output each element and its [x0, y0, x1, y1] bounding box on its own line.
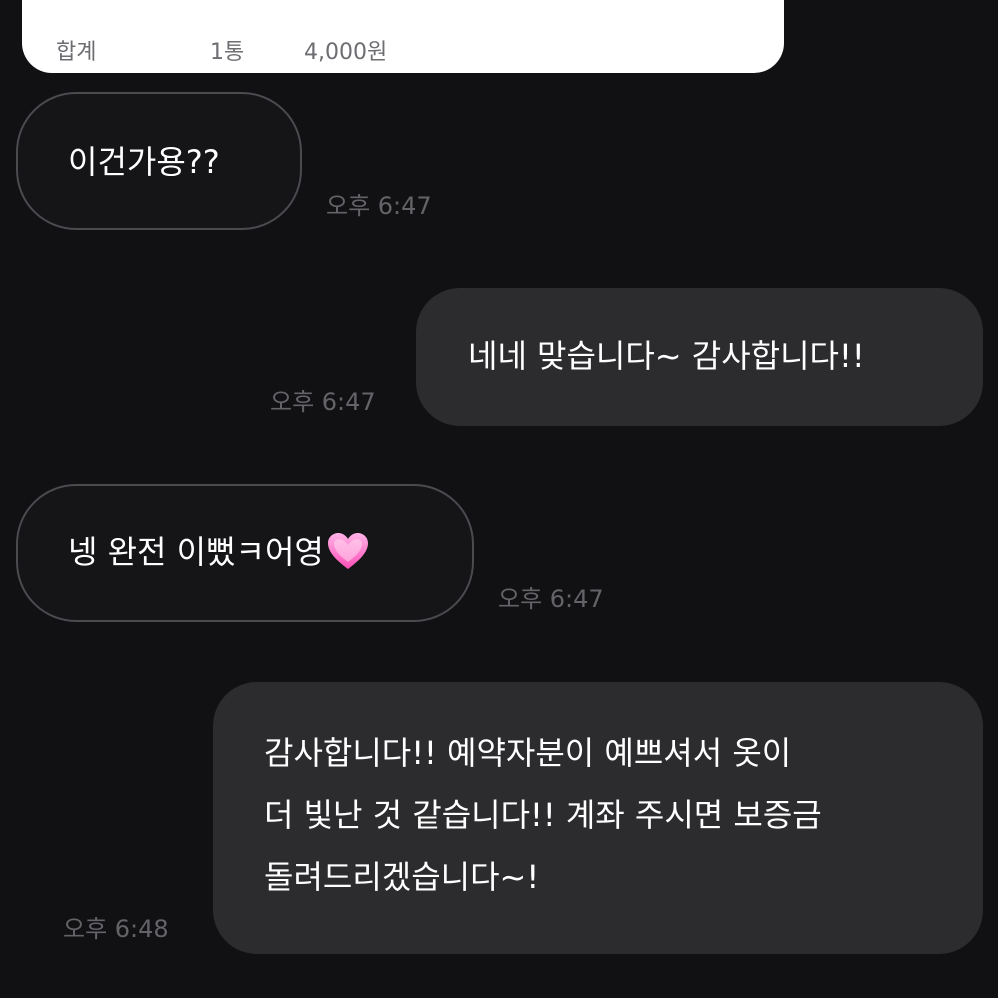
message-timestamp: 오후 6:47: [498, 585, 604, 613]
message-text: 넹 완전 이뻤ㅋ어영: [68, 533, 324, 571]
message-line: 감사합니다!! 예약자분이 예쁘셔서 옷이: [264, 734, 792, 772]
receipt-amount: 4,000원: [304, 40, 388, 65]
message-timestamp: 오후 6:48: [63, 915, 169, 943]
message-text: 네네 맞습니다~ 감사합니다!!: [468, 337, 865, 375]
received-message-bubble[interactable]: 넹 완전 이뻤ㅋ어영: [16, 484, 474, 622]
message-content: 넹 완전 이뻤ㅋ어영: [68, 526, 370, 578]
received-message-bubble[interactable]: 이건가용??: [16, 92, 302, 230]
message-text-block: 감사합니다!! 예약자분이 예쁘셔서 옷이 더 빛난 것 같습니다!! 계좌 주…: [264, 722, 822, 908]
message-line: 돌려드리겠습니다~!: [264, 858, 540, 896]
receipt-card[interactable]: 합계 1통 4,000원: [22, 0, 784, 73]
message-text: 이건가용??: [68, 143, 220, 181]
message-timestamp: 오후 6:47: [270, 388, 376, 416]
message-line: 더 빛난 것 같습니다!! 계좌 주시면 보증금: [264, 796, 822, 834]
receipt-total-label: 합계: [56, 40, 97, 65]
receipt-quantity: 1통: [210, 40, 245, 65]
heart-icon: [327, 533, 368, 569]
message-timestamp: 오후 6:47: [326, 192, 432, 220]
sent-message-bubble[interactable]: 감사합니다!! 예약자분이 예쁘셔서 옷이 더 빛난 것 같습니다!! 계좌 주…: [213, 682, 983, 954]
sent-message-bubble[interactable]: 네네 맞습니다~ 감사합니다!!: [416, 288, 983, 426]
